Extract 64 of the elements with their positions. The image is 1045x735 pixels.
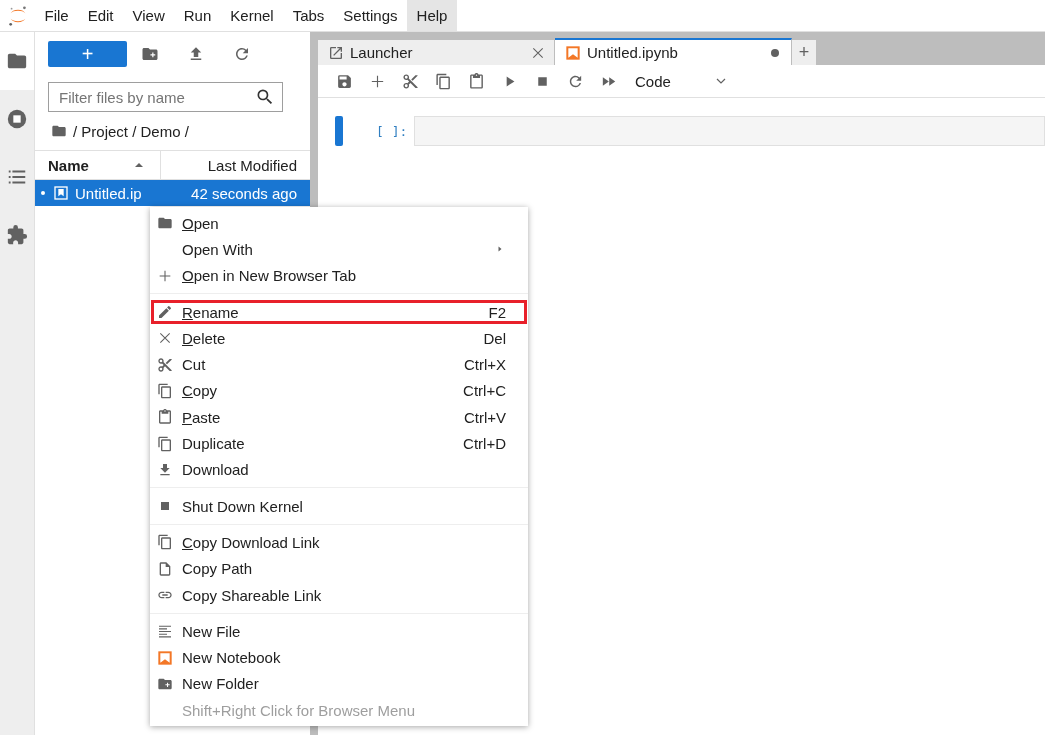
new-folder-icon	[141, 45, 159, 63]
context-menu-item[interactable]: Open With	[150, 236, 528, 263]
stop-circle-icon	[6, 108, 28, 130]
modified-time: 42 seconds ago	[190, 184, 298, 202]
menu-bar-item[interactable]: File	[35, 0, 79, 31]
save-icon	[336, 72, 353, 90]
context-menu-item[interactable]: Copy Shareable Link	[150, 581, 528, 609]
context-menu-item[interactable]: Copy Path	[150, 555, 528, 582]
context-menu-item[interactable]: Rename F2	[150, 298, 528, 326]
menu-bar-item[interactable]: Kernel	[220, 0, 284, 31]
logo-icon	[6, 4, 29, 27]
cell-type-dropdown[interactable]: Code	[625, 72, 735, 90]
scissors-icon	[157, 356, 173, 373]
add-tab-button[interactable]: +	[792, 40, 816, 65]
column-header[interactable]: Name	[35, 151, 161, 179]
context-menu-item[interactable]: Open in New Browser Tab	[150, 262, 528, 289]
menu-bar-item[interactable]: View	[123, 0, 175, 31]
context-menu-item[interactable]: New Folder	[150, 670, 528, 698]
context-menu-item[interactable]: Copy Ctrl+C	[150, 377, 528, 405]
clipboard-icon	[468, 72, 485, 90]
context-menu-item[interactable]: Shut Down Kernel	[150, 492, 528, 520]
file-row[interactable]: Untitled.ip 42 seconds ago	[35, 180, 310, 206]
copy-icon	[157, 534, 173, 551]
context-menu-item[interactable]: Duplicate Ctrl+D	[150, 430, 528, 457]
sidebar-tab[interactable]	[0, 32, 34, 90]
download-icon	[157, 461, 173, 478]
column-header[interactable]: Last Modified	[161, 151, 310, 179]
search-icon	[255, 87, 275, 107]
refresh-icon	[233, 45, 251, 63]
notebook-icon	[53, 185, 69, 201]
context-menu-item[interactable]: Download	[150, 456, 528, 483]
menu-bar-item[interactable]: Help	[407, 0, 457, 31]
file-name: Untitled.ip	[75, 184, 143, 202]
context-menu-item[interactable]: Cut Ctrl+X	[150, 351, 528, 378]
copy-icon	[157, 382, 173, 399]
text-lines-icon	[157, 623, 173, 640]
document-tab[interactable]: Untitled.ipynb	[555, 38, 792, 65]
context-menu-item[interactable]: Open	[150, 210, 528, 237]
copy-icon	[157, 435, 173, 452]
breadcrumb-path[interactable]: / Project / Demo /	[73, 122, 189, 140]
file-icon	[157, 560, 173, 577]
new-launcher-button[interactable]: +	[48, 41, 127, 67]
filter-search-field[interactable]: Filter files by name	[48, 82, 283, 112]
launcher-icon	[328, 44, 344, 61]
pencil-icon	[157, 304, 173, 321]
copy-icon	[435, 72, 452, 90]
menu-bar-item[interactable]: Tabs	[283, 0, 334, 31]
context-menu-item[interactable]: New Notebook	[150, 644, 528, 671]
context-menu-item[interactable]: New File	[150, 618, 528, 645]
folder-icon[interactable]	[51, 123, 67, 139]
notebook-icon	[157, 649, 173, 666]
menu-bar-item[interactable]: Run	[174, 0, 221, 31]
context-menu-item[interactable]: Paste Ctrl+V	[150, 404, 528, 431]
document-tab[interactable]: Launcher	[318, 40, 555, 65]
scissors-icon	[402, 72, 419, 90]
menu-bar-item[interactable]: Settings	[333, 0, 408, 31]
puzzle-icon	[6, 224, 28, 246]
cell-prompt: [ ]:	[376, 123, 409, 139]
menu-bar-item[interactable]: Edit	[78, 0, 124, 31]
context-menu-item[interactable]: Copy Download Link	[150, 529, 528, 556]
clipboard-icon	[157, 409, 173, 426]
context-menu-item[interactable]: Delete Del	[150, 325, 528, 352]
notebook-icon	[565, 44, 581, 61]
code-cell-input[interactable]	[414, 116, 1045, 146]
